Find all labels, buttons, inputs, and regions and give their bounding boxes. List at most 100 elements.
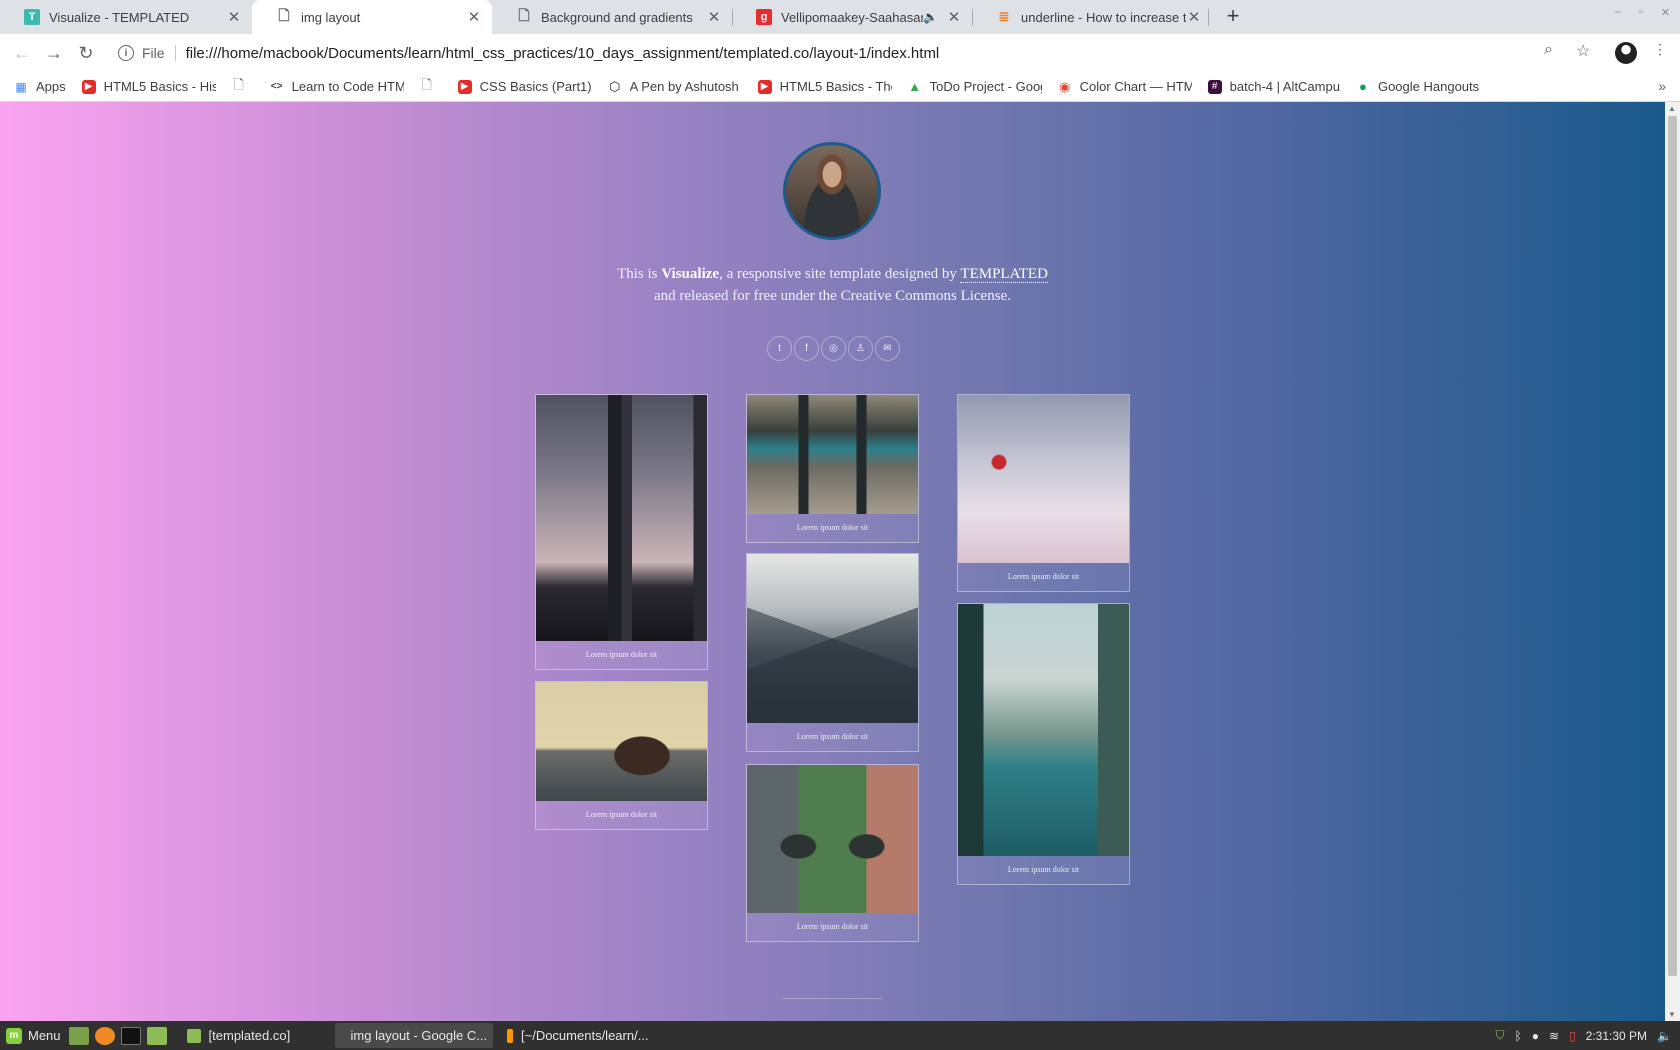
maximize-icon[interactable]: ▫ — [1639, 6, 1643, 19]
bookmark-label: batch-4 | AltCampu — [1229, 79, 1340, 94]
volume-icon[interactable]: 🔈 — [1657, 1029, 1672, 1043]
page-icon: 🗋 — [233, 76, 244, 92]
gallery-card-city-tower[interactable]: Lorem ipsum dolor sit — [535, 394, 708, 670]
close-window-icon[interactable]: ✕ — [1661, 6, 1670, 19]
gallery-card-matterhorn[interactable]: Lorem ipsum dolor sit — [746, 553, 919, 752]
mountain-lake-photo[interactable] — [958, 604, 1129, 856]
bookmark-label: Learn to Code HTML — [291, 79, 404, 94]
close-tab-icon[interactable]: ✕ — [226, 8, 242, 26]
reload-icon[interactable]: ↻ — [74, 41, 98, 65]
facebook-icon[interactable]: f — [794, 336, 819, 361]
bookmark-learn-to-code[interactable]: <> Learn to Code HTML — [270, 79, 404, 94]
clock[interactable]: 2:31:30 PM — [1586, 1029, 1647, 1043]
page-viewport: This is Visualize, a responsive site tem… — [0, 102, 1665, 1021]
task-templated-folder[interactable]: [templated.co] — [179, 1023, 329, 1048]
url-scheme: File — [142, 45, 176, 61]
task-chrome[interactable]: img layout - Google C... — [334, 1023, 493, 1048]
person-in-snow-photo[interactable] — [958, 395, 1129, 563]
social-icons: t f ◎ ♙ ✉ — [767, 336, 900, 361]
firefox-icon[interactable] — [94, 1026, 115, 1045]
youtube-icon: ▶ — [757, 79, 772, 94]
email-icon[interactable]: ✉ — [875, 336, 900, 361]
tab-underline[interactable]: ≣ underline - How to increase the ✕ — [972, 0, 1212, 34]
tab-visualize[interactable]: T Visualize - TEMPLATED ✕ — [0, 0, 252, 34]
youtube-icon: ▶ — [457, 79, 472, 94]
task-label: img layout - Google C... — [350, 1028, 488, 1043]
instagram-icon[interactable]: ◎ — [821, 336, 846, 361]
kebab-menu-icon[interactable]: ⋮ — [1653, 41, 1667, 58]
bookmark-css-basics[interactable]: ▶ CSS Basics (Part1) – — [457, 79, 592, 94]
terminal-icon[interactable] — [120, 1026, 141, 1045]
bookmark-html5-basics-hist[interactable]: ▶ HTML5 Basics - Hist — [81, 79, 216, 94]
bookmark-label: CSS Basics (Part1) – — [479, 79, 592, 94]
bookmark-codepen[interactable]: ⬡ A Pen by Ashutosh S — [608, 78, 742, 95]
wifi-icon[interactable]: ≋ — [1549, 1029, 1559, 1043]
card-caption: Lorem ipsum dolor sit — [1007, 865, 1080, 874]
bookmark-batch-4[interactable]: # batch-4 | AltCampu — [1207, 79, 1340, 94]
bookmark-page[interactable]: 🗋 — [420, 77, 442, 94]
gallery-card-woman-by-sea[interactable]: Lorem ipsum dolor sit — [535, 681, 708, 830]
address-bar[interactable]: i File file:///home/macbook/Documents/le… — [112, 39, 1532, 67]
tab-img-layout[interactable]: 🗋 img layout ✕ — [252, 0, 492, 34]
bookmark-apps[interactable]: ▦ Apps — [14, 79, 65, 94]
url-text[interactable]: file:///home/macbook/Documents/learn/htm… — [186, 45, 940, 62]
os-taskbar: m Menu [templated.co] img layout - Googl… — [0, 1021, 1680, 1050]
info-icon[interactable]: i — [118, 45, 134, 61]
close-tab-icon[interactable]: ✕ — [466, 8, 482, 26]
profile-avatar-icon[interactable] — [1615, 42, 1637, 64]
forward-arrow-icon[interactable]: → — [42, 41, 66, 65]
back-arrow-icon[interactable]: ← — [10, 41, 34, 65]
page-scrollbar[interactable]: ▲ ▼ — [1665, 102, 1680, 1021]
escalator-photo[interactable] — [747, 395, 918, 514]
shield-icon[interactable]: ⛉ — [1496, 1028, 1505, 1043]
bookmark-star-icon[interactable]: ☆ — [1576, 41, 1590, 61]
gallery-card-escalator[interactable]: Lorem ipsum dolor sit — [746, 394, 919, 543]
bookmarks-overflow-icon[interactable]: » — [1658, 78, 1666, 94]
avatar — [783, 142, 881, 240]
close-tab-icon[interactable]: ✕ — [1186, 8, 1202, 26]
gallery-card-mountain-lake[interactable]: Lorem ipsum dolor sit — [957, 603, 1130, 885]
speaker-icon[interactable]: 🔈 — [923, 10, 938, 24]
templated-link[interactable]: TEMPLATED — [960, 266, 1048, 283]
bluetooth-icon[interactable]: ᛒ — [1515, 1029, 1522, 1043]
card-caption: Lorem ipsum dolor sit — [796, 523, 869, 532]
city-tower-photo[interactable] — [536, 395, 707, 641]
scroll-up-icon[interactable]: ▲ — [1668, 104, 1676, 113]
bookmark-html5-basics-the[interactable]: ▶ HTML5 Basics - The — [757, 79, 892, 94]
bookmark-todo-project[interactable]: ▲ ToDo Project - Goog — [908, 79, 1041, 94]
new-tab-button[interactable]: + — [1220, 4, 1246, 30]
bookmark-label: Google Hangouts — [1377, 79, 1480, 94]
scrollbar-thumb[interactable] — [1668, 116, 1677, 976]
tab-title: Visualize - TEMPLATED — [49, 9, 190, 25]
gallery-card-feet-over-city[interactable]: Lorem ipsum dolor sit — [746, 764, 919, 942]
show-desktop-icon[interactable] — [68, 1026, 89, 1045]
user-icon[interactable]: ● — [1532, 1029, 1539, 1043]
task-sublime[interactable]: [~/Documents/learn/... — [499, 1023, 657, 1048]
zoom-icon[interactable]: ⌕ — [1544, 41, 1553, 59]
woman-by-sea-photo[interactable] — [536, 682, 707, 801]
codepen-icon: ⬡ — [608, 78, 621, 94]
menu-label: Menu — [28, 1028, 61, 1043]
bookmark-color-chart[interactable]: ◉ Color Chart — HTM — [1058, 79, 1192, 95]
start-menu-button[interactable]: m Menu — [0, 1027, 69, 1044]
gallery-card-person-in-snow[interactable]: Lorem ipsum dolor sit — [957, 394, 1130, 592]
minimize-icon[interactable]: – — [1615, 6, 1621, 19]
tab-backgrounds[interactable]: 🗋 Background and gradients ✕ — [492, 0, 732, 34]
files-icon[interactable] — [146, 1026, 167, 1045]
code-icon: <> — [270, 81, 283, 92]
bookmark-google-hangouts[interactable]: ● Google Hangouts — [1356, 79, 1479, 94]
feet-over-city-photo[interactable] — [747, 765, 918, 913]
twitter-icon[interactable]: t — [767, 336, 792, 361]
close-tab-icon[interactable]: ✕ — [706, 8, 722, 26]
apps-grid-icon: ▦ — [15, 79, 27, 94]
card-caption: Lorem ipsum dolor sit — [796, 732, 869, 741]
snapchat-icon[interactable]: ♙ — [848, 336, 873, 361]
matterhorn-photo[interactable] — [747, 554, 918, 723]
close-tab-icon[interactable]: ✕ — [946, 8, 962, 26]
bookmark-page[interactable]: 🗋 — [232, 76, 254, 94]
battery-icon[interactable]: ▯ — [1569, 1029, 1576, 1043]
file-icon: 🗋 — [518, 7, 530, 23]
scroll-down-icon[interactable]: ▼ — [1668, 1010, 1676, 1019]
tab-title: underline - How to increase the — [1021, 9, 1186, 25]
tab-vellipomaakey[interactable]: g Vellipomaakey-Saahasam S 🔈 ✕ — [732, 0, 972, 34]
